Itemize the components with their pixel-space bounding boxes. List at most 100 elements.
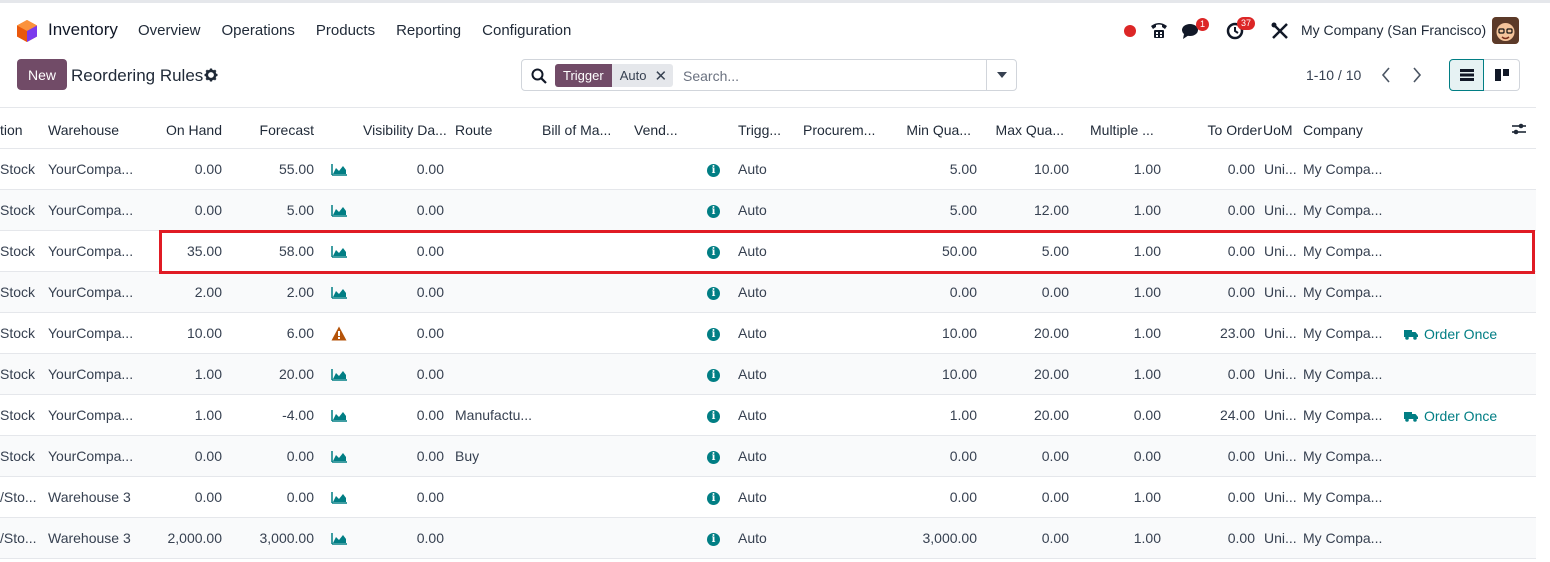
column-header-visibility-days[interactable]: Visibility Da... — [363, 122, 447, 138]
column-header-forecast[interactable]: Forecast — [260, 122, 314, 138]
cell-warehouse: YourCompa... — [48, 366, 134, 382]
search-facet-trigger: Trigger Auto ✕ — [555, 64, 674, 87]
tools-icon[interactable] — [1271, 22, 1289, 40]
column-header-procurement[interactable]: Procurem... — [803, 122, 875, 138]
forecast-chart-icon[interactable] — [331, 204, 348, 217]
company-switcher[interactable]: My Company (San Francisco) — [1301, 22, 1486, 38]
cell-trigger: Auto — [738, 489, 767, 505]
truck-icon — [1404, 412, 1418, 422]
table-row[interactable]: Stock YourCompa... 1.00 20.00 0.00 i Aut… — [0, 354, 1536, 395]
close-icon[interactable]: ✕ — [654, 67, 667, 85]
info-icon[interactable]: i — [707, 410, 720, 423]
column-header-trigger[interactable]: Trigg... — [738, 122, 781, 138]
cell-min-quantity: 50.00 — [941, 243, 977, 259]
cell-uom: Uni... — [1264, 366, 1297, 382]
status-dot[interactable] — [1124, 25, 1136, 37]
cell-location: Stock — [0, 161, 36, 177]
forecast-chart-icon[interactable] — [331, 409, 348, 422]
info-icon[interactable]: i — [707, 246, 720, 259]
column-header-min-quantity[interactable]: Min Qua... — [906, 122, 971, 138]
order-once-button[interactable]: Order Once — [1404, 408, 1497, 424]
menu-products[interactable]: Products — [316, 22, 375, 39]
forecast-chart-icon[interactable] — [331, 245, 348, 258]
cell-multiple: 1.00 — [1133, 366, 1161, 382]
menu-operations[interactable]: Operations — [222, 22, 295, 39]
search-icon[interactable] — [531, 68, 547, 84]
warning-icon[interactable] — [331, 326, 347, 341]
forecast-chart-icon[interactable] — [331, 491, 348, 504]
info-icon[interactable]: i — [707, 205, 720, 218]
user-avatar[interactable] — [1492, 17, 1519, 44]
cell-location: Stock — [0, 407, 36, 423]
table-row[interactable]: Stock YourCompa... 2.00 2.00 0.00 i Auto… — [0, 272, 1536, 313]
gear-icon[interactable] — [204, 68, 218, 82]
cell-visibility-days: 0.00 — [416, 284, 444, 300]
table-row[interactable]: Stock YourCompa... 0.00 55.00 0.00 i Aut… — [0, 149, 1536, 190]
kanban-icon — [1494, 69, 1509, 81]
forecast-chart-icon[interactable] — [331, 163, 348, 176]
app-name[interactable]: Inventory — [48, 20, 118, 40]
column-header-max-quantity[interactable]: Max Qua... — [996, 122, 1064, 138]
table-row[interactable]: /Sto... Warehouse 3 2,000.00 3,000.00 0.… — [0, 518, 1536, 559]
optional-columns-icon[interactable] — [1511, 121, 1527, 137]
column-header-route[interactable]: Route — [455, 122, 492, 138]
facet-value: Auto — [619, 68, 647, 83]
cell-min-quantity: 10.00 — [941, 325, 977, 341]
forecast-chart-icon[interactable] — [331, 450, 348, 463]
cell-visibility-days: 0.00 — [416, 325, 444, 341]
menu-overview[interactable]: Overview — [138, 22, 201, 39]
column-header-location[interactable]: tion — [0, 122, 23, 138]
table-row[interactable]: Stock YourCompa... 10.00 6.00 0.00 i Aut… — [0, 313, 1536, 354]
cell-max-quantity: 0.00 — [1041, 530, 1069, 546]
search-input[interactable] — [683, 64, 983, 87]
cell-on-hand: 0.00 — [194, 161, 222, 177]
cell-multiple: 1.00 — [1133, 161, 1161, 177]
cell-company: My Compa... — [1303, 202, 1383, 218]
pager-value[interactable]: 1-10 / 10 — [1306, 67, 1361, 83]
cell-max-quantity: 12.00 — [1033, 202, 1069, 218]
menu-configuration[interactable]: Configuration — [482, 22, 571, 39]
kanban-view-button[interactable] — [1484, 59, 1520, 91]
search-options-toggle[interactable] — [986, 60, 1016, 90]
column-header-bill-of-materials[interactable]: Bill of Ma... — [542, 122, 611, 138]
forecast-chart-icon[interactable] — [331, 286, 348, 299]
info-icon[interactable]: i — [707, 328, 720, 341]
phone-icon[interactable] — [1149, 20, 1169, 40]
cell-max-quantity: 0.00 — [1041, 284, 1069, 300]
table-row[interactable]: /Sto... Warehouse 3 0.00 0.00 0.00 i Aut… — [0, 477, 1536, 518]
info-icon[interactable]: i — [707, 533, 720, 546]
inventory-app-icon[interactable] — [16, 19, 38, 43]
forecast-chart-icon[interactable] — [331, 532, 348, 545]
cell-on-hand: 2.00 — [194, 284, 222, 300]
new-button[interactable]: New — [17, 59, 67, 90]
pager-previous-button[interactable] — [1371, 60, 1401, 90]
table-row[interactable]: Stock YourCompa... 1.00 -4.00 0.00 Manuf… — [0, 395, 1536, 436]
column-header-on-hand[interactable]: On Hand — [166, 122, 222, 138]
column-header-vendor[interactable]: Vend... — [634, 122, 678, 138]
info-icon[interactable]: i — [707, 451, 720, 464]
cell-trigger: Auto — [738, 161, 767, 177]
list-view-button[interactable] — [1449, 59, 1484, 91]
table-row[interactable]: Stock YourCompa... 0.00 0.00 0.00 Buy i … — [0, 436, 1536, 477]
cell-min-quantity: 10.00 — [941, 366, 977, 382]
pager-next-button[interactable] — [1402, 60, 1432, 90]
column-header-multiple[interactable]: Multiple ... — [1090, 122, 1154, 138]
cell-to-order: 23.00 — [1219, 325, 1255, 341]
menu-reporting[interactable]: Reporting — [396, 22, 461, 39]
info-icon[interactable]: i — [707, 369, 720, 382]
column-header-company[interactable]: Company — [1303, 122, 1363, 138]
cell-min-quantity: 5.00 — [949, 161, 977, 177]
forecast-chart-icon[interactable] — [331, 368, 348, 381]
cell-company: My Compa... — [1303, 530, 1383, 546]
info-icon[interactable]: i — [707, 287, 720, 300]
info-icon[interactable]: i — [707, 492, 720, 505]
info-icon[interactable]: i — [707, 164, 720, 177]
column-header-uom[interactable]: UoM — [1263, 122, 1293, 138]
table-row[interactable]: Stock YourCompa... 0.00 5.00 0.00 i Auto… — [0, 190, 1536, 231]
table-row[interactable]: Stock YourCompa... 35.00 58.00 0.00 i Au… — [0, 231, 1536, 272]
cell-trigger: Auto — [738, 243, 767, 259]
order-once-button[interactable]: Order Once — [1404, 326, 1497, 342]
column-header-warehouse[interactable]: Warehouse — [48, 122, 119, 138]
cell-max-quantity: 20.00 — [1033, 325, 1069, 341]
column-header-to-order[interactable]: To Order — [1208, 122, 1262, 138]
